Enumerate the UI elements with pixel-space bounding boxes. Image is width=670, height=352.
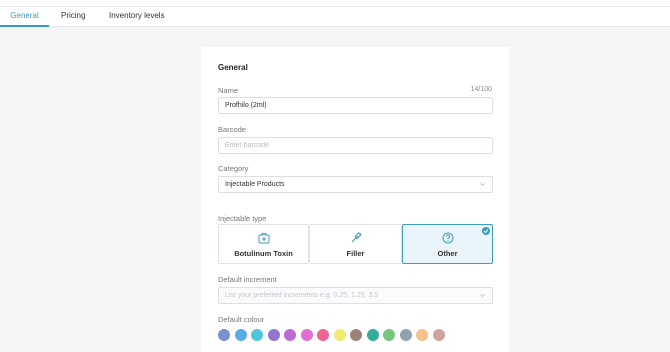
- colour-swatch[interactable]: [251, 329, 263, 341]
- colour-swatch[interactable]: [234, 329, 247, 341]
- chevron-down-icon: [480, 294, 485, 298]
- syringe-icon: [351, 232, 361, 243]
- injectable-type-filler[interactable]: Filler: [309, 224, 402, 264]
- category-value: Injectable Products: [225, 181, 285, 188]
- section-title: General: [218, 63, 248, 72]
- injectable-type-other[interactable]: Other: [402, 224, 493, 264]
- injectable-type-options: Botulinum Toxin Filler Other: [218, 224, 493, 264]
- category-label: Category: [218, 164, 249, 173]
- default-increment-select[interactable]: List your preferred increments e.g. 0.25…: [218, 287, 493, 304]
- name-input[interactable]: Profhilo (2ml): [218, 97, 493, 114]
- tab-general[interactable]: General: [0, 7, 49, 27]
- tab-bar: General Pricing Inventory levels: [0, 7, 670, 27]
- category-select[interactable]: Injectable Products: [218, 176, 493, 193]
- colour-swatch[interactable]: [218, 329, 230, 341]
- colour-swatches: [218, 329, 493, 341]
- colour-swatch[interactable]: [350, 329, 362, 341]
- question-icon: [442, 232, 453, 244]
- colour-swatch[interactable]: [317, 329, 329, 341]
- injectable-type-botulinum-toxin[interactable]: Botulinum Toxin: [218, 224, 309, 264]
- colour-swatch[interactable]: [333, 329, 346, 341]
- chevron-down-icon: [480, 183, 485, 187]
- tab-pricing[interactable]: Pricing: [61, 7, 85, 27]
- barcode-label: Barcode: [218, 125, 246, 134]
- default-colour-label: Default colour: [218, 315, 265, 324]
- colour-swatch[interactable]: [366, 329, 379, 341]
- colour-swatch[interactable]: [416, 329, 428, 341]
- colour-swatch[interactable]: [267, 329, 280, 341]
- name-label: Name: [218, 86, 239, 95]
- injectable-type-label-botulinum-toxin: Botulinum Toxin: [234, 249, 293, 258]
- check-icon: [482, 227, 490, 235]
- colour-swatch[interactable]: [284, 329, 296, 341]
- colour-swatch[interactable]: [399, 329, 412, 341]
- default-increment-placeholder: List your preferred increments e.g. 0.25…: [225, 292, 379, 299]
- barcode-input[interactable]: Enter barcode: [218, 137, 493, 154]
- general-form-card: General Name 14/100 Profhilo (2ml) Barco…: [201, 47, 509, 352]
- top-bar: [0, 0, 670, 7]
- injectable-type-label: Injectable type: [218, 214, 267, 223]
- colour-swatch[interactable]: [432, 329, 445, 341]
- name-char-counter: 14/100: [470, 86, 492, 93]
- default-increment-label: Default increment: [218, 275, 277, 284]
- injectable-type-label-filler: Filler: [346, 249, 365, 258]
- colour-swatch[interactable]: [300, 329, 313, 341]
- tab-inventory-levels[interactable]: Inventory levels: [109, 7, 165, 27]
- colour-swatch[interactable]: [383, 329, 395, 341]
- medical-kit-icon: [258, 233, 269, 244]
- injectable-type-label-other: Other: [437, 249, 458, 258]
